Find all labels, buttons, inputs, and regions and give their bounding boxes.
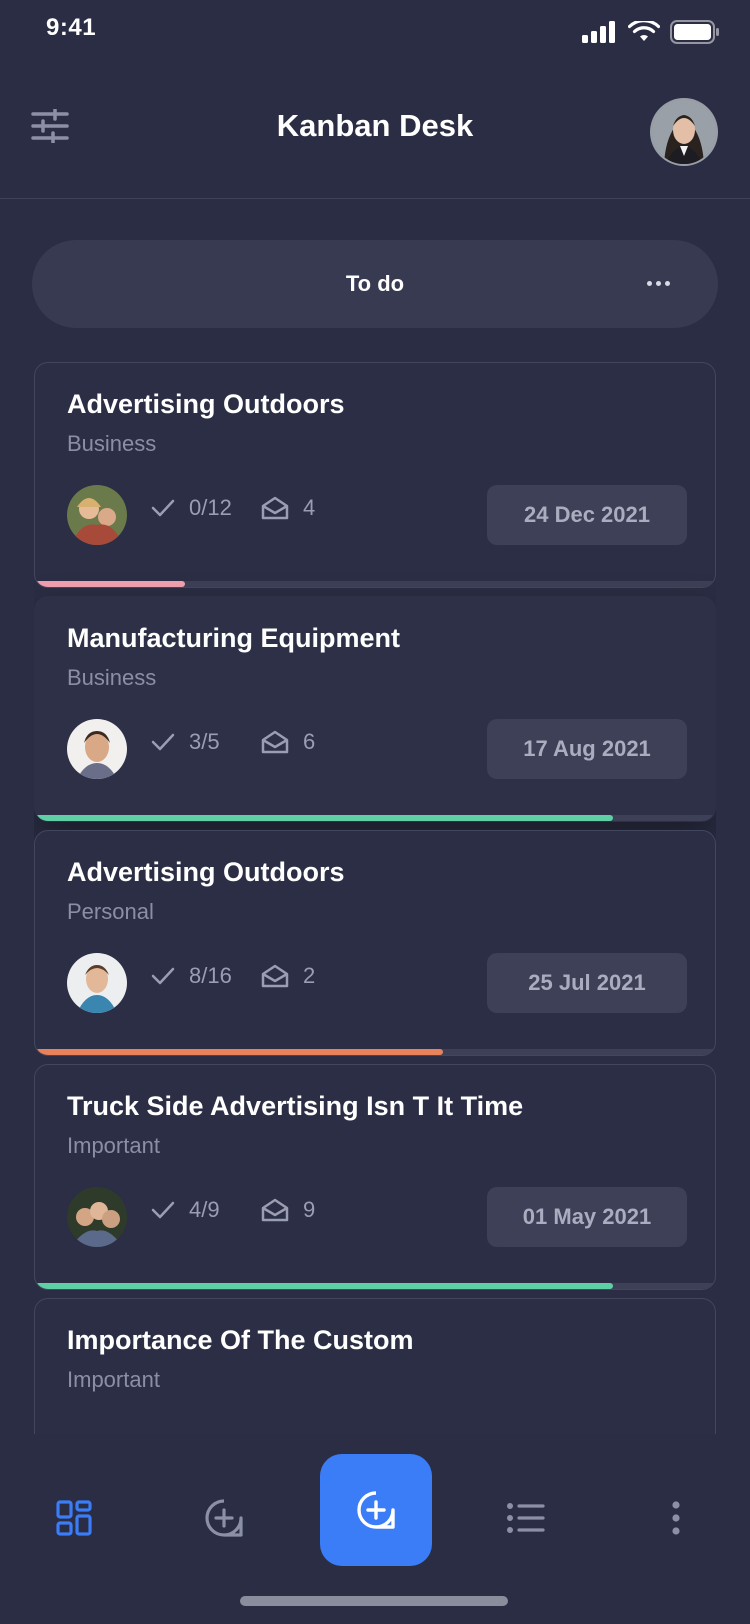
message-count-value: 2 xyxy=(303,963,316,988)
dot-icon xyxy=(646,280,652,286)
check-icon xyxy=(151,1201,175,1219)
task-count: 0/12 xyxy=(151,495,232,521)
user-avatar[interactable] xyxy=(650,98,718,166)
task-count: 4/9 xyxy=(151,1197,220,1223)
dot-icon xyxy=(655,280,661,286)
nav-list-button[interactable] xyxy=(496,1488,556,1548)
message-count: 4 xyxy=(261,495,315,521)
check-icon xyxy=(151,499,175,517)
card-title: Manufacturing Equipment xyxy=(67,623,400,653)
column-header: To do xyxy=(32,240,718,328)
task-count: 8/16 xyxy=(151,963,232,989)
mail-open-icon xyxy=(261,1198,289,1222)
progress-fill xyxy=(35,1283,613,1289)
task-count-value: 0/12 xyxy=(189,495,232,520)
mail-open-icon xyxy=(261,730,289,754)
task-count-value: 3/5 xyxy=(189,729,220,754)
due-date-badge: 24 Dec 2021 xyxy=(487,485,687,545)
status-bar: 9:41 xyxy=(0,0,750,60)
message-count-value: 9 xyxy=(303,1197,316,1222)
task-card[interactable]: Manufacturing Equipment Business 3/5 6 1… xyxy=(34,596,716,822)
progress-fill xyxy=(35,815,613,821)
card-category: Personal xyxy=(67,899,154,924)
card-title: Truck Side Advertising Isn T It Time xyxy=(67,1091,524,1121)
due-date-badge: 25 Jul 2021 xyxy=(487,953,687,1013)
due-date-badge: 17 Aug 2021 xyxy=(487,719,687,779)
card-title: Advertising Outdoors xyxy=(67,857,345,887)
card-category: Business xyxy=(67,431,157,456)
page-title: Kanban Desk xyxy=(276,108,474,143)
progress-bar xyxy=(35,581,715,587)
progress-bar xyxy=(35,815,715,821)
message-count-value: 4 xyxy=(303,495,316,520)
task-count-value: 8/16 xyxy=(189,963,232,988)
progress-fill xyxy=(35,581,185,587)
mail-open-icon xyxy=(261,496,289,520)
assignee-avatar[interactable] xyxy=(67,953,127,1013)
due-date-badge: 01 May 2021 xyxy=(487,1187,687,1247)
card-category: Important xyxy=(67,1133,160,1158)
task-card[interactable]: Importance Of The Custom Important xyxy=(34,1298,716,1434)
assignee-avatar[interactable] xyxy=(67,719,127,779)
progress-bar xyxy=(35,1283,715,1289)
message-count: 6 xyxy=(261,729,315,755)
nav-more-button[interactable] xyxy=(646,1488,706,1548)
task-count: 3/5 xyxy=(151,729,220,755)
signal-icon xyxy=(582,21,615,43)
card-title: Importance Of The Custom xyxy=(67,1325,414,1355)
more-vertical-icon xyxy=(672,1501,680,1535)
message-count-value: 6 xyxy=(303,729,316,754)
status-time: 9:41 xyxy=(46,14,97,41)
bottom-nav xyxy=(0,1434,750,1624)
app-header: Kanban Desk xyxy=(0,60,750,199)
battery-icon xyxy=(670,20,719,44)
message-count: 2 xyxy=(261,963,315,989)
add-circle-icon xyxy=(205,1499,243,1537)
column-title: To do xyxy=(345,271,405,296)
status-icons xyxy=(582,20,720,44)
assignee-avatar[interactable] xyxy=(67,485,127,545)
task-count-value: 4/9 xyxy=(189,1197,220,1222)
list-icon xyxy=(507,1503,545,1533)
check-icon xyxy=(151,733,175,751)
board-icon xyxy=(56,1500,92,1536)
column-more-button[interactable] xyxy=(638,268,678,298)
card-category: Important xyxy=(67,1367,160,1392)
wifi-icon xyxy=(628,21,660,41)
card-category: Business xyxy=(67,665,157,690)
add-message-icon xyxy=(357,1491,395,1529)
nav-add-button[interactable] xyxy=(194,1488,254,1548)
progress-fill xyxy=(35,1049,443,1055)
home-indicator xyxy=(240,1596,508,1606)
task-list: Advertising Outdoors Business 0/12 4 24 … xyxy=(34,362,716,1434)
check-icon xyxy=(151,967,175,985)
assignee-avatar[interactable] xyxy=(67,1187,127,1247)
nav-board-button[interactable] xyxy=(44,1488,104,1548)
dot-icon xyxy=(664,280,670,286)
progress-bar xyxy=(35,1049,715,1055)
message-count: 9 xyxy=(261,1197,315,1223)
user-avatar-image xyxy=(652,100,716,164)
task-card[interactable]: Truck Side Advertising Isn T It Time Imp… xyxy=(34,1064,716,1290)
task-card[interactable]: Advertising Outdoors Personal 8/16 2 25 … xyxy=(34,830,716,1056)
create-task-button[interactable] xyxy=(320,1454,432,1566)
task-card[interactable]: Advertising Outdoors Business 0/12 4 24 … xyxy=(34,362,716,588)
mail-open-icon xyxy=(261,964,289,988)
card-title: Advertising Outdoors xyxy=(67,389,345,419)
